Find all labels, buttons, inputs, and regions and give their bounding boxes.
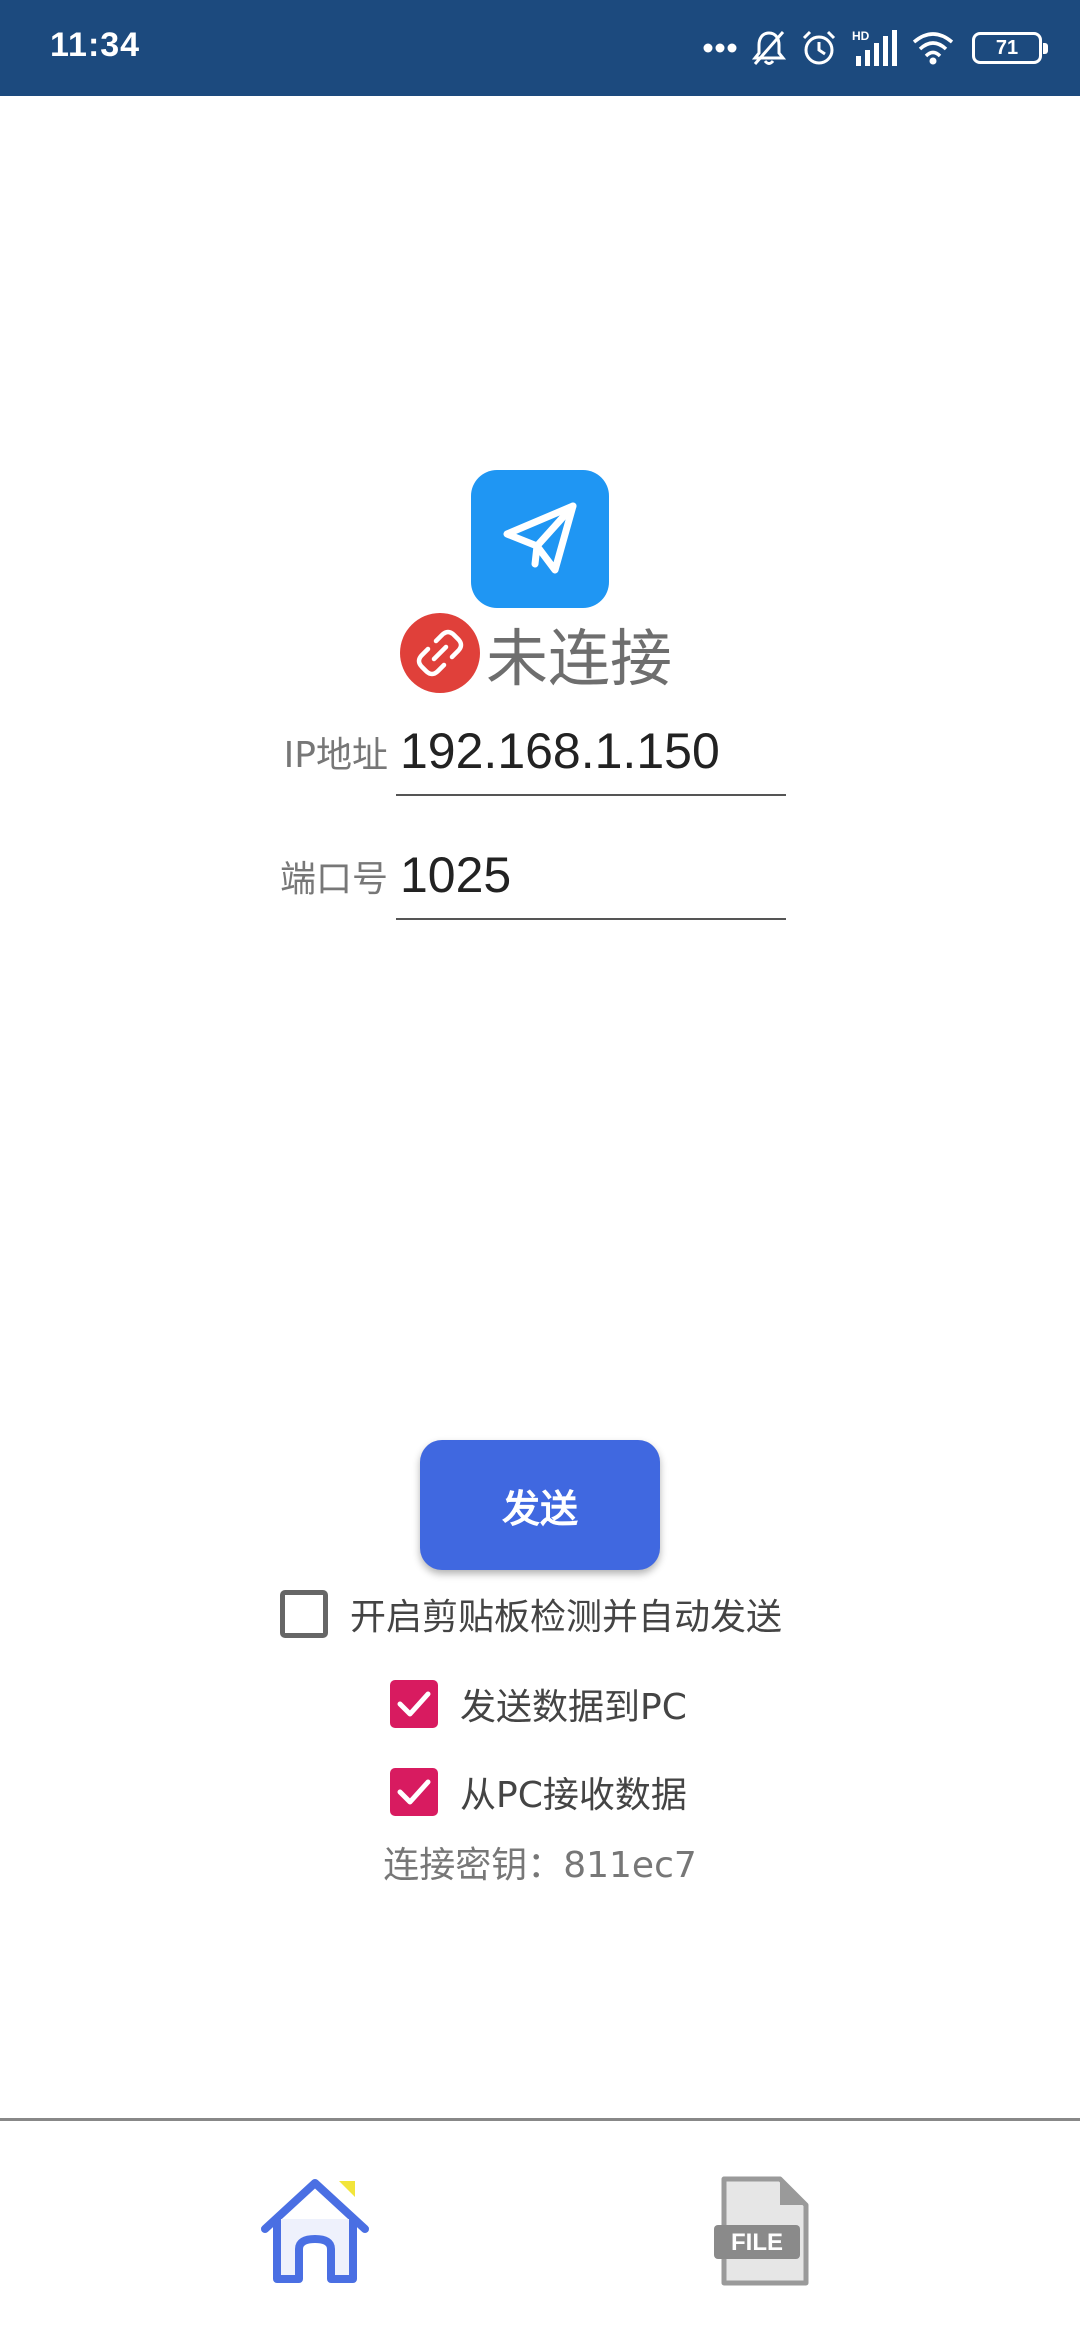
wifi-icon	[912, 30, 954, 66]
bell-off-icon	[752, 29, 786, 67]
bottom-nav: FILE	[0, 2121, 1080, 2340]
svg-text:FILE: FILE	[731, 2229, 783, 2256]
port-input[interactable]	[396, 846, 786, 920]
nav-file[interactable]: FILE	[710, 2171, 820, 2291]
ip-label: IP地址	[283, 735, 388, 776]
connection-key: 连接密钥：811ec7	[383, 1845, 697, 1886]
connection-status: 未连接	[400, 612, 672, 695]
paper-plane-icon	[497, 494, 583, 584]
ip-input[interactable]	[396, 722, 786, 796]
unlinked-icon	[400, 613, 480, 693]
port-row: 端口号	[268, 846, 786, 920]
svg-text:HD: HD	[852, 29, 870, 43]
check-icon	[397, 1691, 431, 1717]
more-dots-icon	[702, 42, 738, 54]
port-label: 端口号	[279, 859, 388, 900]
status-icons: HD 71	[702, 22, 1048, 74]
send-button[interactable]: 发送	[420, 1440, 660, 1570]
clipboard-auto-send-option[interactable]: 开启剪贴板检测并自动发送	[280, 1588, 782, 1640]
clipboard-checkbox[interactable]	[280, 1590, 328, 1638]
status-bar: 11:34 HD 71	[0, 0, 1080, 96]
check-icon	[397, 1779, 431, 1805]
status-time: 11:34	[50, 26, 141, 64]
nav-home[interactable]	[255, 2171, 375, 2291]
file-icon: FILE	[714, 2176, 809, 2286]
send-to-pc-option[interactable]: 发送数据到PC	[390, 1678, 687, 1730]
send-to-pc-checkbox[interactable]	[390, 1680, 438, 1728]
clipboard-option-label: 开启剪贴板检测并自动发送	[350, 1597, 783, 1638]
battery-icon: 71	[972, 32, 1048, 64]
connection-status-text: 未连接	[486, 622, 673, 695]
receive-from-pc-label: 从PC接收数据	[460, 1775, 687, 1816]
send-to-pc-label: 发送数据到PC	[460, 1687, 687, 1728]
alarm-icon	[800, 29, 838, 67]
receive-from-pc-option[interactable]: 从PC接收数据	[390, 1766, 687, 1818]
home-icon	[261, 2179, 369, 2283]
battery-level: 71	[995, 37, 1019, 59]
ip-row: IP地址	[268, 722, 786, 796]
receive-from-pc-checkbox[interactable]	[390, 1768, 438, 1816]
hd-signal-icon: HD	[852, 28, 898, 68]
app-logo	[471, 470, 609, 608]
